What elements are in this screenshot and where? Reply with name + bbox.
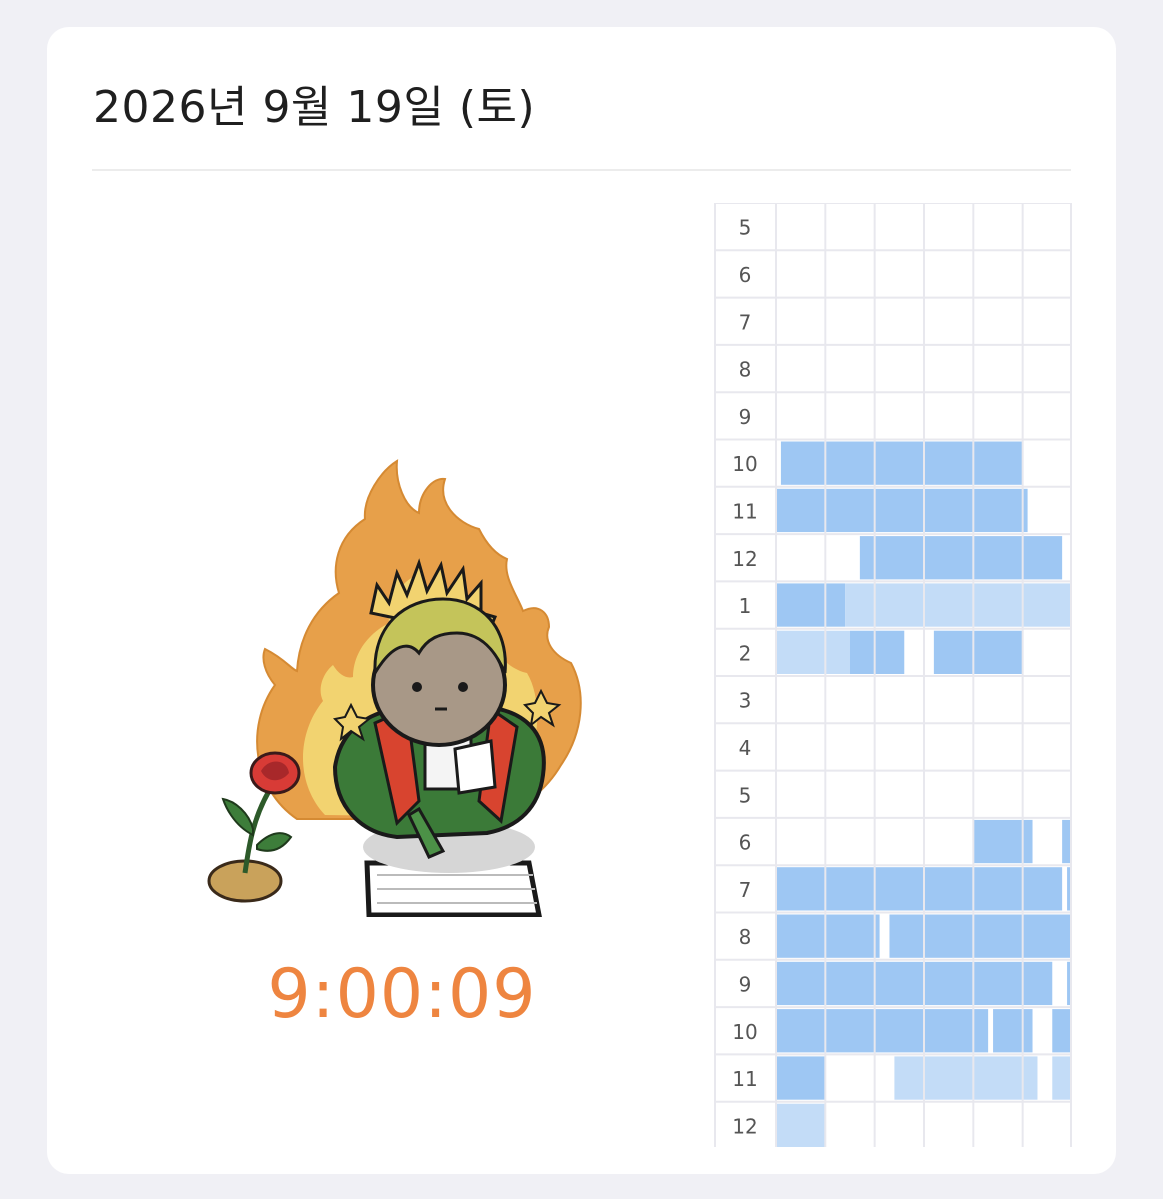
hour-label: 5: [739, 783, 752, 807]
study-session-block: [776, 1009, 989, 1053]
hour-label: 12: [732, 547, 757, 571]
study-session-block: [1052, 1009, 1072, 1053]
study-timetable: 56789101112123456789101112: [714, 203, 1072, 1147]
hour-label: 3: [739, 689, 752, 713]
study-session-block: [859, 536, 1063, 580]
study-session-block: [776, 488, 1028, 533]
hour-label: 10: [732, 1020, 757, 1044]
hour-label: 7: [739, 878, 752, 902]
study-session-block: [776, 630, 850, 674]
date-title[interactable]: 2026년 9월 19일 (토): [93, 71, 535, 135]
hour-label: 5: [739, 216, 752, 240]
study-session-block: [776, 914, 880, 958]
hour-label: 10: [732, 452, 757, 476]
study-session-block: [776, 1103, 826, 1147]
header-divider: [92, 169, 1071, 171]
daily-record-card: 2026년 9월 19일 (토) 9:00:09 5 6 7 8 9 10 11…: [47, 27, 1116, 1174]
hour-label: 11: [732, 1067, 757, 1091]
hour-label: 2: [739, 641, 752, 665]
study-session-block: [933, 630, 1023, 674]
study-session-block: [845, 583, 1072, 627]
study-session-block: [850, 630, 905, 674]
hour-label: 7: [739, 310, 752, 334]
hour-label: 6: [739, 831, 752, 855]
study-session-block: [889, 914, 1072, 958]
study-session-block: [993, 1009, 1033, 1053]
hour-label: 9: [739, 972, 752, 996]
hour-label: 6: [739, 263, 752, 287]
hour-label: 4: [739, 736, 752, 760]
rose-icon: [207, 751, 301, 903]
study-session-block: [1052, 1056, 1072, 1100]
hour-label: 8: [739, 358, 752, 382]
hour-label: 12: [732, 1114, 757, 1138]
study-session-block: [776, 1056, 826, 1100]
study-session-block: [776, 867, 1063, 911]
study-timer: 9:00:09: [267, 955, 537, 1034]
study-session-block: [776, 583, 846, 627]
hour-label: 1: [739, 594, 752, 618]
character-illustration: [207, 459, 582, 917]
study-session-block: [894, 1056, 1038, 1100]
hour-label: 9: [739, 405, 752, 429]
study-session-block: [776, 961, 1053, 1006]
hour-label: 8: [739, 925, 752, 949]
hour-label: 11: [732, 499, 757, 523]
study-session-block: [780, 441, 1023, 485]
